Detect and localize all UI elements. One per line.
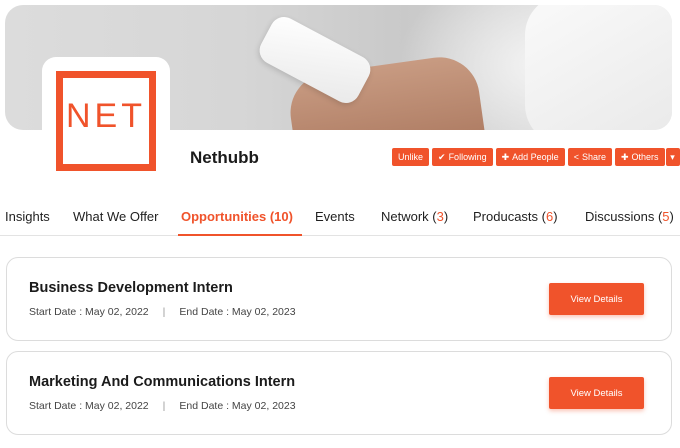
view-details-button[interactable]: View Details	[549, 283, 644, 315]
view-details-button[interactable]: View Details	[549, 377, 644, 409]
tab-opportunities[interactable]: Opportunities (10)	[181, 209, 293, 224]
banner-sleeve	[525, 5, 672, 130]
tab-label: Producasts (	[473, 209, 546, 224]
add-people-button[interactable]: ✚ Add People	[495, 148, 565, 166]
start-date: Start Date : May 02, 2022	[29, 400, 149, 412]
logo-text: NET	[66, 97, 146, 135]
tab-label: Events	[315, 209, 355, 224]
others-button[interactable]: ✚ Others	[614, 148, 665, 166]
following-label: Following	[448, 152, 487, 162]
tab-bar: Insights What We Offer Opportunities (10…	[0, 200, 680, 236]
tab-paren: )	[553, 209, 558, 224]
plus-icon: ✚	[501, 152, 510, 162]
opportunity-title: Marketing And Communications Intern	[29, 374, 296, 390]
end-date: End Date : May 02, 2023	[179, 400, 296, 412]
tab-count: 5	[662, 209, 670, 224]
unlike-label: Unlike	[398, 152, 424, 162]
end-date: End Date : May 02, 2023	[179, 306, 296, 318]
tab-network[interactable]: Network (3)	[381, 209, 448, 224]
opportunity-title: Business Development Intern	[29, 280, 233, 296]
action-bar: Unlike ✔ Following ✚ Add People < Share …	[392, 148, 680, 166]
share-icon: <	[573, 152, 579, 162]
tab-producasts[interactable]: Producasts (6)	[473, 209, 558, 224]
tab-label: Opportunities (10)	[181, 209, 293, 224]
company-name: Nethubb	[190, 148, 259, 167]
opportunity-card: Business Development Intern Start Date :…	[6, 257, 672, 341]
others-split-button: ✚ Others ▾	[614, 148, 680, 166]
start-date: Start Date : May 02, 2022	[29, 306, 149, 318]
unlike-button[interactable]: Unlike	[392, 148, 430, 166]
tab-label: Insights	[5, 209, 50, 224]
caret-down-icon: ▾	[670, 152, 675, 162]
tab-label: Discussions (	[585, 209, 663, 224]
tab-label: What We Offer	[73, 209, 159, 224]
plus-icon: ✚	[620, 152, 629, 162]
others-label: Others	[631, 152, 659, 162]
tab-paren: )	[443, 209, 449, 224]
share-label: Share	[581, 152, 606, 162]
tab-label: Network (	[381, 209, 437, 224]
active-tab-indicator	[178, 234, 302, 236]
opportunity-dates: Start Date : May 02, 2022 | End Date : M…	[29, 306, 296, 318]
tab-what-we-offer[interactable]: What We Offer	[73, 209, 159, 224]
tab-events[interactable]: Events	[315, 209, 355, 224]
tab-count: 3	[436, 209, 444, 224]
date-separator: |	[162, 306, 166, 318]
opportunity-dates: Start Date : May 02, 2022 | End Date : M…	[29, 400, 296, 412]
add-people-label: Add People	[512, 152, 559, 162]
date-separator: |	[162, 400, 166, 412]
tab-insights[interactable]: Insights	[5, 209, 50, 224]
company-logo: NET	[42, 57, 170, 185]
share-button[interactable]: < Share	[567, 148, 612, 166]
tab-discussions[interactable]: Discussions (5)	[585, 209, 674, 224]
others-dropdown-button[interactable]: ▾	[665, 148, 680, 166]
tab-paren: )	[669, 209, 674, 224]
check-icon: ✔	[438, 152, 446, 162]
following-button[interactable]: ✔ Following	[432, 148, 493, 166]
opportunity-card: Marketing And Communications Intern Star…	[6, 351, 672, 435]
